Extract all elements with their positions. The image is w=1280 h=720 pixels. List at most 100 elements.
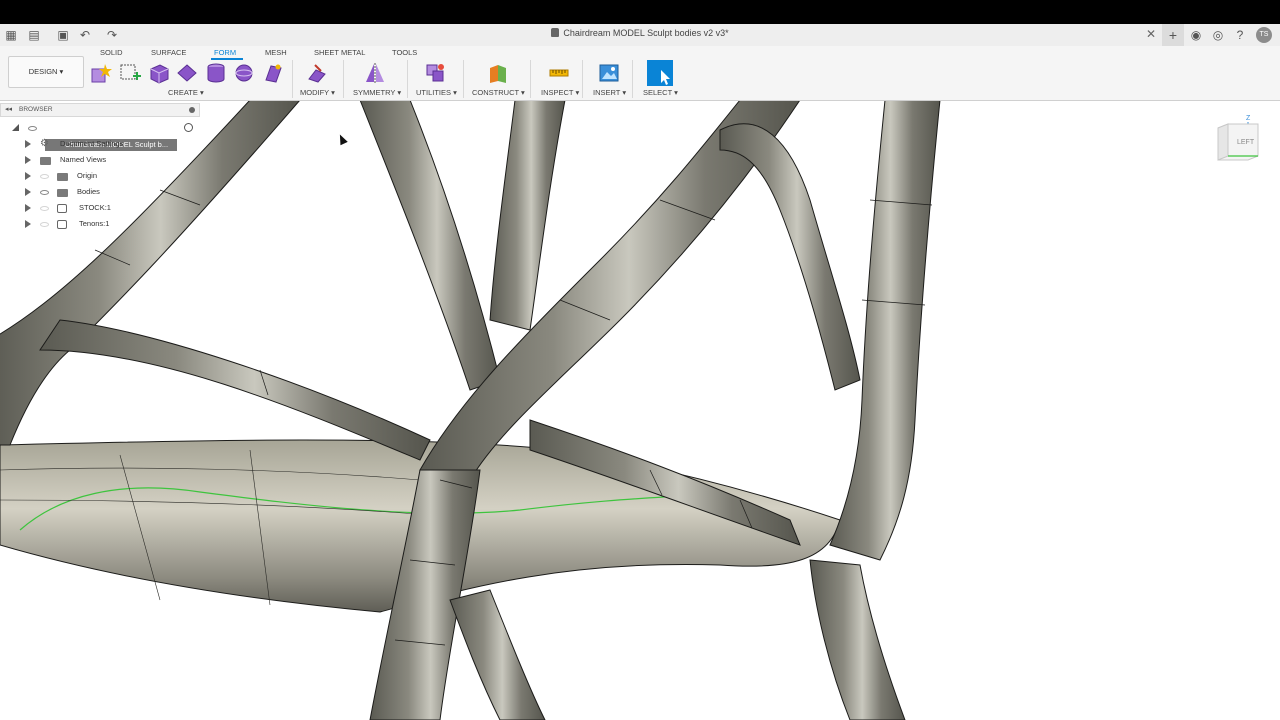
quadball-icon[interactable] — [262, 62, 284, 84]
browser-item[interactable]: Named Views — [0, 153, 200, 167]
plane-icon[interactable] — [176, 62, 198, 84]
visibility-eye-icon[interactable] — [40, 206, 49, 211]
visibility-eye-icon[interactable] — [28, 126, 37, 131]
browser-title: BROWSER — [19, 106, 53, 113]
modify-label: MODIFY — [300, 88, 330, 97]
rear-left-leg-tube — [449, 589, 546, 720]
right-leg-tube — [809, 559, 906, 720]
expand-caret-icon[interactable] — [25, 172, 31, 180]
left-brace-tube — [39, 319, 431, 461]
expand-caret-icon[interactable] — [25, 188, 31, 196]
expand-caret-icon[interactable] — [25, 204, 31, 212]
browser-item-label: Origin — [77, 171, 98, 180]
browser-item[interactable]: ⚙ Document Settings — [0, 137, 200, 151]
document-title: Chairdream MODEL Sculpt bodies v2 v3* — [0, 28, 1280, 38]
insert-label: INSERT — [593, 88, 621, 97]
sphere-icon[interactable] — [233, 62, 255, 84]
help-icon[interactable]: ? — [1232, 27, 1248, 43]
insert-image-icon[interactable] — [598, 62, 620, 84]
utilities-group-label[interactable]: UTILITIES ▾ — [416, 88, 457, 97]
construct-label: CONSTRUCT — [472, 88, 519, 97]
ribbon-separator — [463, 60, 464, 98]
main-diagonal-tube — [419, 100, 801, 481]
ribbon-separator — [343, 60, 344, 98]
ribbon-separator — [530, 60, 531, 98]
expand-caret-icon[interactable] — [25, 156, 31, 164]
panel-options-icon[interactable] — [189, 107, 195, 113]
create-form-icon[interactable] — [90, 62, 112, 84]
extensions-icon[interactable]: ◉ — [1188, 27, 1204, 43]
expand-caret-icon[interactable] — [25, 220, 31, 228]
browser-item-label: Tenons:1 — [77, 217, 112, 231]
document-title-text: Chairdream MODEL Sculpt bodies v2 v3* — [563, 28, 729, 38]
visibility-eye-icon[interactable] — [40, 174, 49, 179]
folder-icon — [57, 173, 68, 181]
viewcube[interactable]: Z LEFT — [1216, 115, 1260, 162]
create-group-label[interactable]: CREATE ▾ — [168, 88, 204, 97]
tab-mesh[interactable]: MESH — [265, 48, 287, 57]
mirror-symmetry-icon[interactable] — [364, 62, 386, 84]
browser-root-row[interactable]: Chairdream MODEL Sculpt b... — [0, 121, 200, 151]
expanded-caret-icon[interactable] — [12, 124, 19, 131]
os-top-bar — [0, 0, 1280, 24]
component-icon — [57, 220, 67, 229]
inspect-group-label[interactable]: INSPECT ▾ — [541, 88, 579, 97]
expand-caret-icon[interactable] — [25, 140, 31, 148]
browser-item[interactable]: Tenons:1 — [0, 217, 200, 231]
cylinder-icon[interactable] — [205, 62, 227, 84]
browser-item-label: Bodies — [77, 187, 100, 196]
select-group-label[interactable]: SELECT ▾ — [643, 88, 678, 97]
user-avatar[interactable]: TS — [1256, 27, 1272, 43]
collapse-panel-icon[interactable]: ◂◂ — [5, 104, 12, 116]
browser-item[interactable]: Origin — [0, 169, 200, 183]
center-post-tube — [489, 100, 566, 331]
gear-icon: ⚙ — [40, 138, 49, 149]
utilities-label: UTILITIES — [416, 88, 452, 97]
utilities-icon[interactable] — [424, 62, 446, 84]
folder-icon — [40, 157, 51, 165]
toolbar-ribbon: DESIGN ▾ SOLID SURFACE FORM MESH SHEET M… — [0, 46, 1280, 146]
browser-item[interactable]: Bodies — [0, 185, 200, 199]
box-icon[interactable] — [148, 62, 170, 84]
visibility-eye-icon[interactable] — [40, 190, 49, 195]
new-tab-button[interactable]: + — [1162, 24, 1184, 46]
active-tab-indicator — [211, 58, 243, 60]
browser-item-label: STOCK:1 — [77, 201, 113, 215]
inspect-label: INSPECT — [541, 88, 574, 97]
browser-item[interactable]: STOCK:1 — [0, 201, 200, 215]
browser-panel: ◂◂ BROWSER Chairdream MODEL Sculpt b... … — [0, 103, 200, 235]
construct-group-label[interactable]: CONSTRUCT ▾ — [472, 88, 525, 97]
browser-header: ◂◂ BROWSER — [0, 103, 200, 117]
workspace-dropdown[interactable]: DESIGN ▾ — [8, 56, 84, 88]
tab-surface[interactable]: SURFACE — [151, 48, 186, 57]
activate-radio-icon[interactable] — [184, 123, 193, 132]
construct-plane-icon[interactable] — [487, 62, 509, 84]
measure-icon[interactable] — [548, 62, 570, 84]
modify-group-label[interactable]: MODIFY ▾ — [300, 88, 335, 97]
workspace-label: DESIGN — [28, 67, 58, 76]
title-bar: ▦ ▤ ▣ ↶ ↷ Chairdream MODEL Sculpt bodies… — [0, 24, 1280, 47]
ribbon-separator — [632, 60, 633, 98]
tab-sheet-metal[interactable]: SHEET METAL — [314, 48, 365, 57]
folder-icon — [57, 189, 68, 197]
viewcube-face-label: LEFT — [1237, 139, 1255, 146]
job-status-icon[interactable]: ◎ — [1210, 27, 1226, 43]
select-icon[interactable] — [647, 60, 673, 86]
viewcube-graphic[interactable]: Z LEFT — [1216, 112, 1260, 164]
tab-solid[interactable]: SOLID — [100, 48, 123, 57]
create-label: CREATE — [168, 88, 198, 97]
create-sketch-icon[interactable] — [119, 62, 141, 84]
browser-item-label: Document Settings — [60, 139, 124, 148]
edit-form-icon[interactable] — [306, 62, 328, 84]
symmetry-group-label[interactable]: SYMMETRY ▾ — [353, 88, 401, 97]
document-icon — [551, 28, 560, 37]
insert-group-label[interactable]: INSERT ▾ — [593, 88, 626, 97]
tab-tools[interactable]: TOOLS — [392, 48, 417, 57]
visibility-eye-icon[interactable] — [40, 222, 49, 227]
tab-form[interactable]: FORM — [214, 48, 236, 57]
close-tab-icon[interactable]: ✕ — [1146, 27, 1156, 41]
symmetry-label: SYMMETRY — [353, 88, 396, 97]
ribbon-separator — [292, 60, 293, 98]
select-label: SELECT — [643, 88, 673, 97]
center-back-tube — [359, 100, 501, 391]
